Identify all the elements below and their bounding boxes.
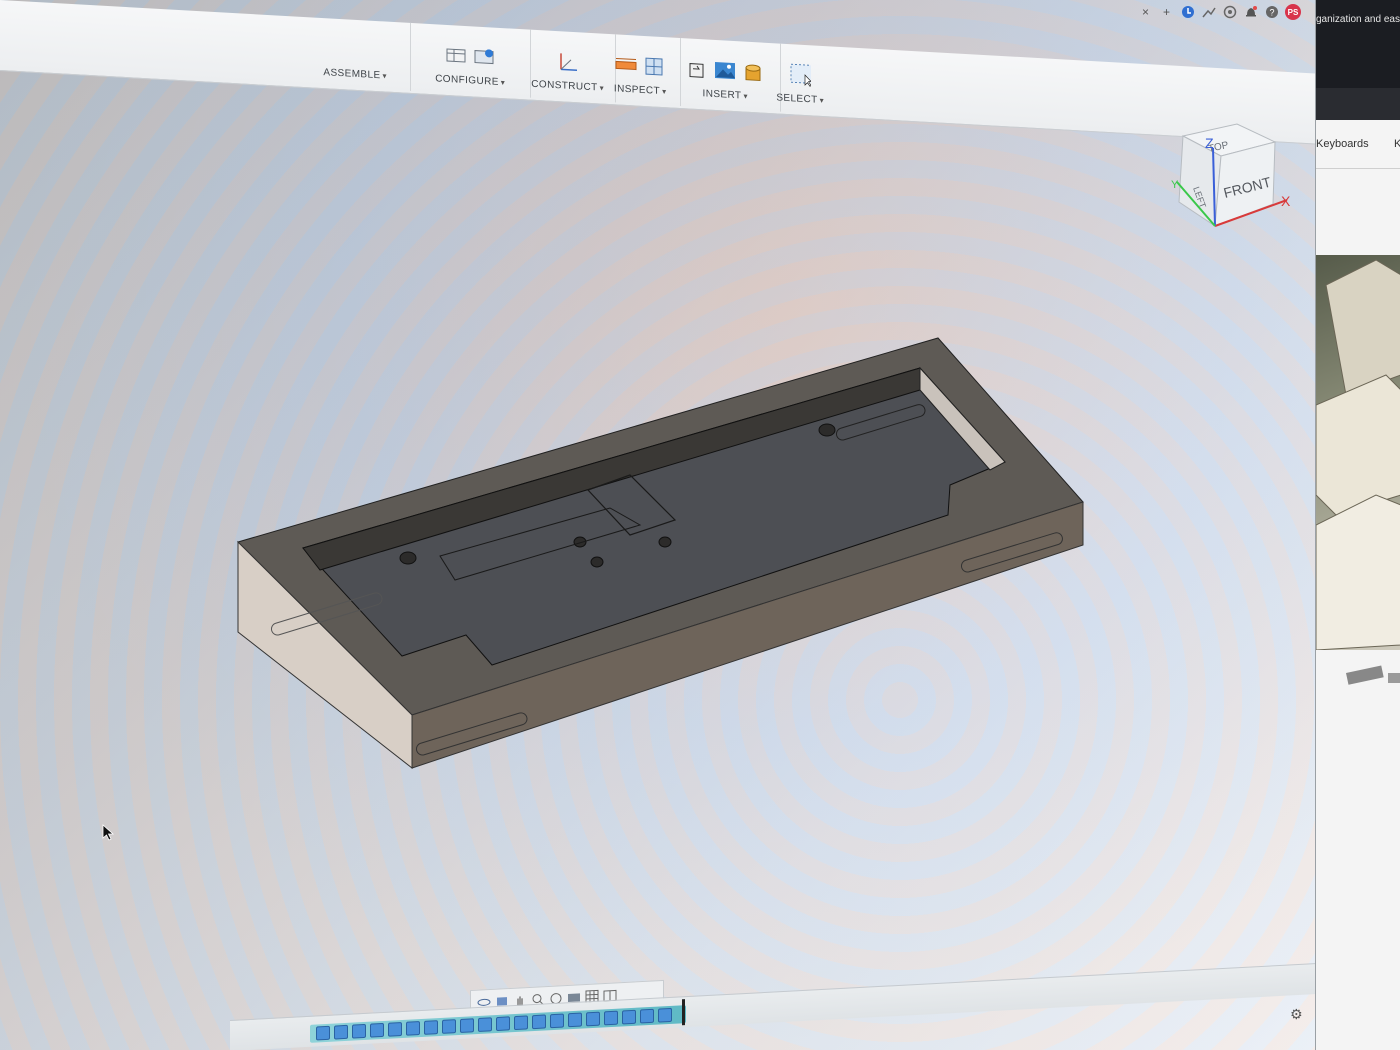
notifications-bell-icon[interactable]	[1243, 5, 1258, 20]
close-icon[interactable]: ×	[1138, 5, 1153, 20]
timeline-feature[interactable]	[622, 1009, 636, 1025]
chevron-down-icon: ▾	[819, 95, 824, 106]
timeline-feature[interactable]	[514, 1015, 528, 1031]
browser-nav-band	[1316, 88, 1400, 120]
construct-axis-icon	[557, 51, 579, 72]
timeline-feature[interactable]	[370, 1022, 384, 1038]
toolbar-label-assemble: ASSEMBLE	[323, 67, 381, 82]
axis-y-label: Y	[1171, 179, 1179, 191]
toolbar-label-insert: INSERT	[702, 88, 742, 102]
mouse-cursor	[102, 824, 116, 847]
timeline-feature[interactable]	[424, 1020, 438, 1035]
design-timeline	[230, 963, 1315, 1050]
toolbar-label-inspect: INSPECT	[613, 83, 661, 97]
timeline-track[interactable]	[310, 1005, 686, 1043]
insert-canvas-icon	[714, 60, 736, 81]
timeline-feature[interactable]	[658, 1007, 672, 1023]
timeline-feature[interactable]	[496, 1016, 510, 1032]
svg-text:?: ?	[1269, 8, 1274, 18]
chevron-down-icon: ▾	[662, 87, 667, 97]
keyboard-photo[interactable]	[1316, 255, 1400, 651]
section-analysis-icon	[643, 56, 665, 77]
insert-derive-icon	[686, 58, 708, 79]
timeline-feature[interactable]	[442, 1019, 456, 1034]
online-status-icon[interactable]	[1180, 5, 1195, 20]
new-tab-button[interactable]: +	[1159, 5, 1174, 20]
axis-x-label: X	[1281, 193, 1291, 209]
browser-banner-text: ganization and easy	[1316, 14, 1400, 25]
toolbar-group-configure[interactable]: CONFIGURE ▾	[410, 22, 531, 98]
extensions-icon[interactable]	[1222, 5, 1237, 20]
view-cube[interactable]: TOP FRONT LEFT X Y Z	[1165, 118, 1295, 238]
toolbar-group-inspect[interactable]: INSPECT ▾	[600, 33, 681, 107]
chevron-down-icon: ▾	[500, 77, 505, 88]
select-window-icon	[789, 63, 811, 87]
main-toolbar: ASSEMBLE ▾ CONFIGURE ▾ CONSTRUCT ▾ INSPECT ▾	[0, 0, 1315, 145]
timeline-feature[interactable]	[316, 1025, 330, 1041]
timeline-feature[interactable]	[334, 1024, 348, 1040]
gear-icon[interactable]: ⚙	[1290, 1006, 1303, 1023]
thumbnail-strip[interactable]	[1316, 665, 1400, 695]
cad-window: ASSEMBLE ▾ CONFIGURE ▾ CONSTRUCT ▾ INSPECT ▾	[0, 0, 1315, 1050]
timeline-feature[interactable]	[532, 1014, 546, 1030]
configure-rule-icon	[473, 46, 495, 67]
timeline-feature[interactable]	[586, 1011, 600, 1027]
toolbar-group-assemble[interactable]: ASSEMBLE ▾	[300, 16, 411, 91]
chevron-down-icon: ▾	[382, 71, 387, 81]
timeline-feature[interactable]	[550, 1013, 564, 1029]
window-controls: × + ? PS	[1138, 4, 1301, 20]
chevron-down-icon: ▾	[743, 91, 748, 101]
measure-icon	[615, 54, 637, 75]
tab-next[interactable]: K	[1394, 138, 1400, 150]
help-icon[interactable]: ?	[1264, 5, 1279, 20]
toolbar-label-construct: CONSTRUCT	[531, 78, 598, 94]
timeline-feature[interactable]	[406, 1021, 420, 1036]
timeline-feature[interactable]	[478, 1017, 492, 1033]
tab-keyboards[interactable]: Keyboards	[1316, 138, 1369, 150]
divider	[1316, 168, 1400, 169]
job-status-icon[interactable]	[1201, 5, 1216, 20]
timeline-feature[interactable]	[568, 1012, 582, 1028]
browser-window: ganization and easy Keyboards K	[1315, 0, 1400, 1050]
insert-mcmaster-icon	[742, 61, 764, 82]
timeline-marker[interactable]	[682, 999, 685, 1026]
timeline-feature[interactable]	[460, 1018, 474, 1033]
keyboard-case-model[interactable]	[230, 330, 1100, 780]
toolbar-label-select: SELECT	[776, 92, 818, 106]
user-avatar[interactable]: PS	[1285, 4, 1301, 20]
toolbar-label-configure: CONFIGURE	[435, 73, 499, 88]
timeline-feature[interactable]	[640, 1008, 654, 1024]
toolbar-group-select[interactable]: SELECT ▾	[765, 43, 835, 115]
axis-z-label: Z	[1205, 135, 1214, 151]
timeline-feature[interactable]	[604, 1010, 618, 1026]
timeline-feature[interactable]	[388, 1021, 402, 1037]
browser-header: ganization and easy	[1316, 0, 1400, 88]
configure-table-icon	[445, 45, 467, 66]
timeline-feature[interactable]	[352, 1023, 366, 1039]
